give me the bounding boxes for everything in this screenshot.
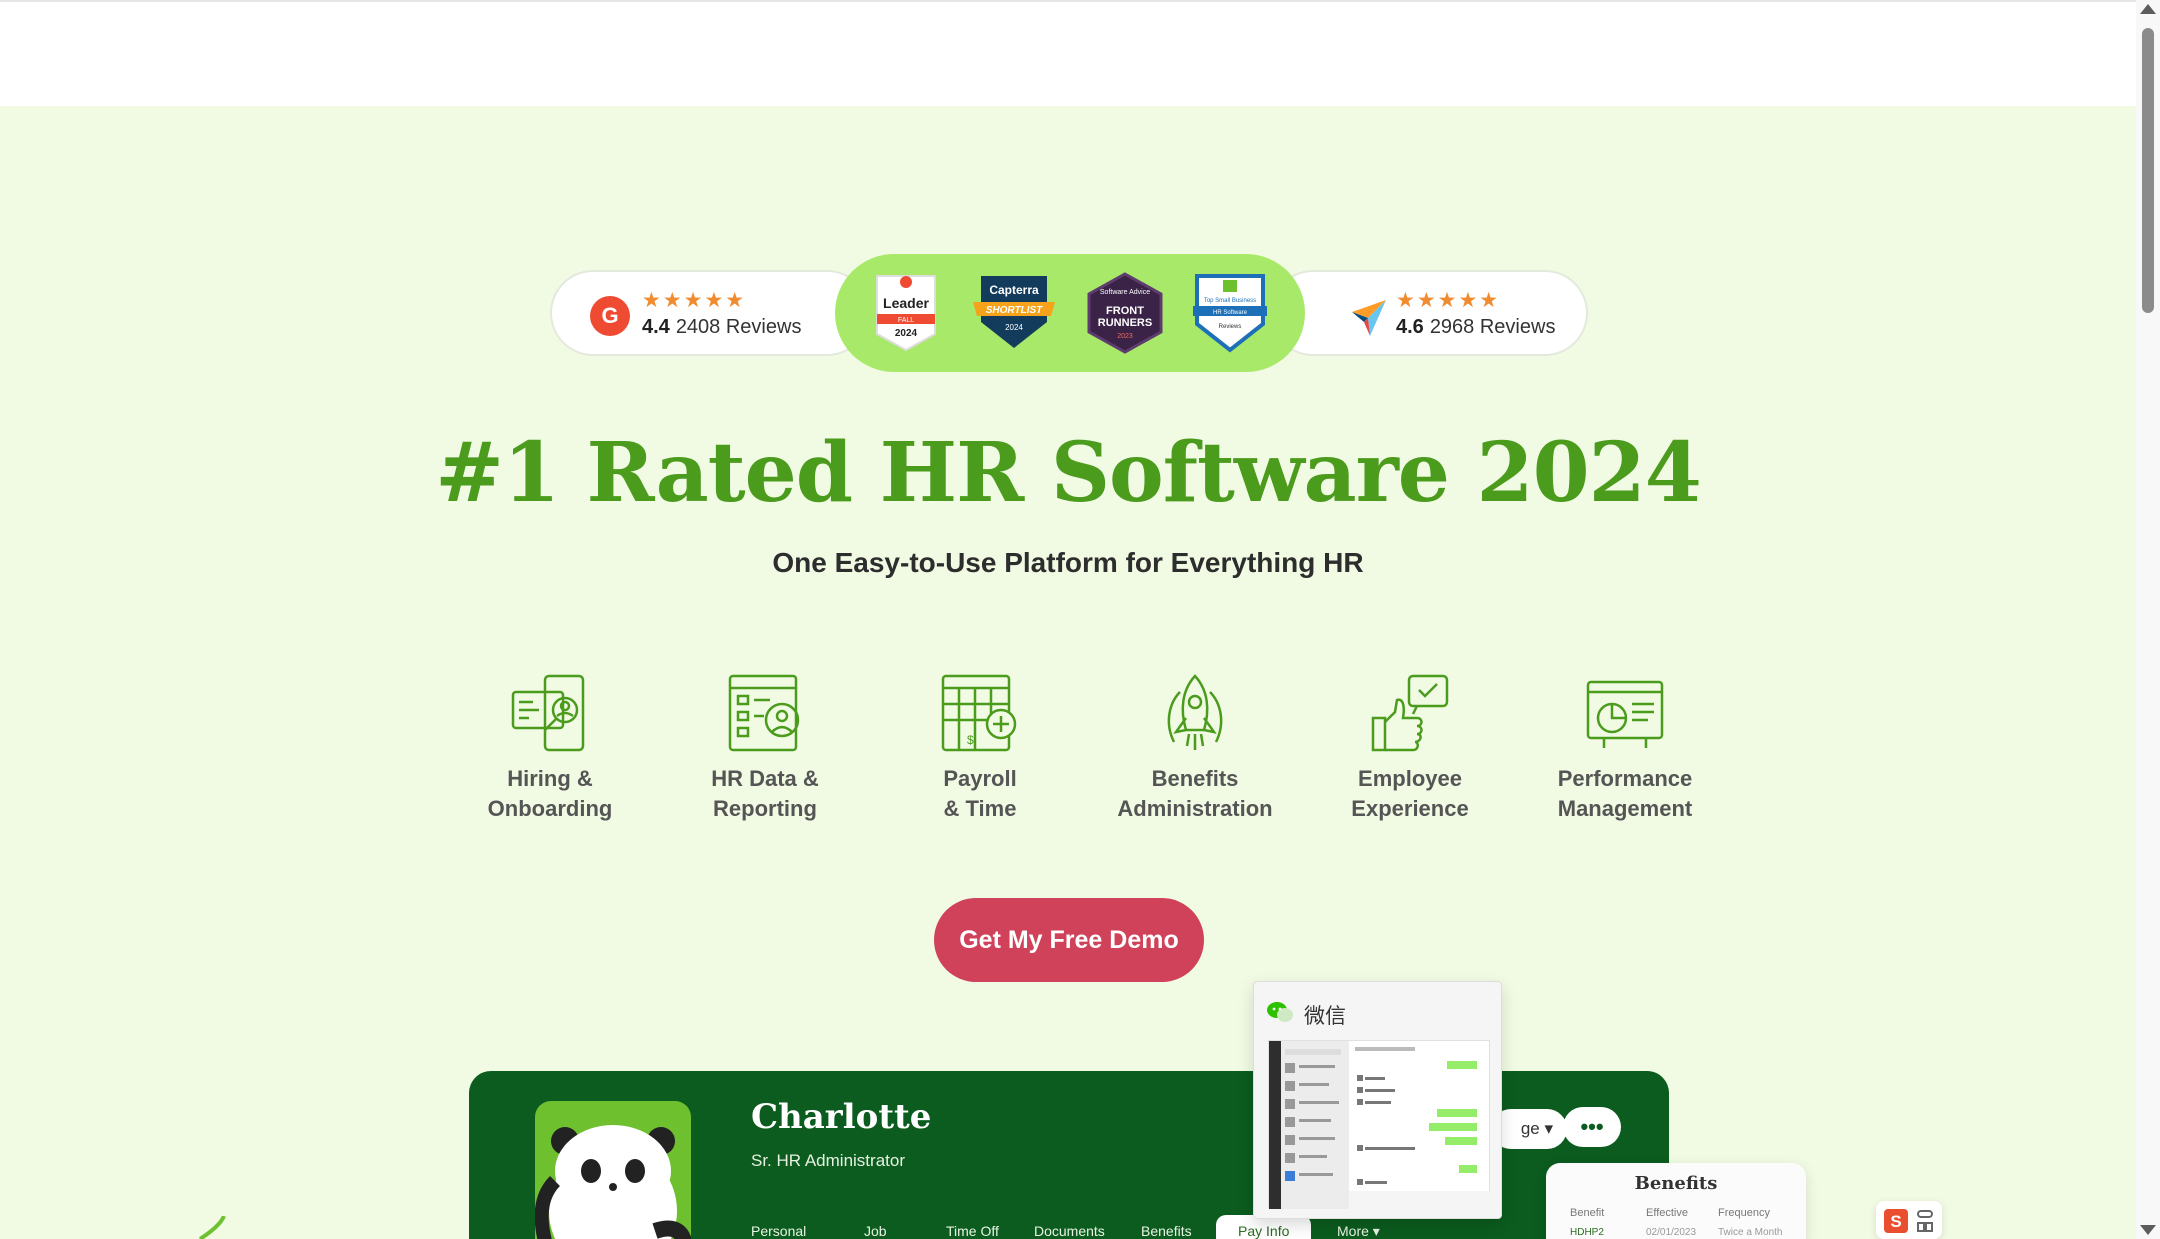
- avatar: [535, 1101, 691, 1239]
- g2-score: 4.4: [642, 316, 670, 338]
- feature-hiring-onboarding[interactable]: Hiring & Onboarding: [455, 672, 645, 824]
- column-header: Frequency: [1718, 1207, 1770, 1219]
- svg-text:SHORTLIST: SHORTLIST: [986, 305, 1043, 316]
- panda-mascot-icon: [535, 1125, 691, 1239]
- feature-list: Hiring & Onboarding HR Data & Reporting: [455, 672, 1692, 832]
- scroll-down-arrow-icon[interactable]: [2140, 1225, 2156, 1235]
- toolbar-icon: [1917, 1210, 1933, 1232]
- table-cell: 02/01/2023: [1646, 1227, 1697, 1238]
- capterra-rating-pill[interactable]: ★★★★★ 4.6 2968 Reviews: [1270, 270, 1588, 356]
- benefits-card-title: Benefits: [1634, 1173, 1718, 1194]
- hr-data-icon: [728, 674, 800, 752]
- capterra-score: 4.6: [1396, 316, 1424, 338]
- tab-documents[interactable]: Documents: [1034, 1223, 1105, 1239]
- wechat-chat-preview: [1268, 1040, 1491, 1209]
- wechat-icon: [1267, 1002, 1293, 1022]
- employee-name: Charlotte: [751, 1097, 932, 1137]
- g2-rating-pill[interactable]: G ★★★★★ 4.4 2408 Reviews: [550, 270, 870, 356]
- tab-benefits[interactable]: Benefits: [1141, 1223, 1192, 1239]
- payroll-icon: $: [941, 674, 1017, 752]
- thumbs-up-icon: [1371, 674, 1449, 752]
- svg-text:Leader: Leader: [883, 295, 929, 311]
- tab-more[interactable]: More ▾: [1337, 1223, 1380, 1239]
- g2-logo-icon: G: [590, 296, 630, 336]
- page-scrollbar[interactable]: [2136, 0, 2160, 1239]
- svg-text:Reviews: Reviews: [1219, 324, 1242, 330]
- benefits-card: Benefits Benefit Effective Frequency HDH…: [1546, 1163, 1806, 1239]
- g2-reviews: 4.4 2408 Reviews: [642, 316, 801, 339]
- svg-text:$: $: [967, 733, 974, 747]
- feature-label: Performance Management: [1557, 766, 1693, 821]
- employee-role: Sr. HR Administrator: [751, 1151, 905, 1170]
- performance-icon: [1586, 680, 1664, 748]
- feature-benefits-administration[interactable]: Benefits Administration: [1100, 672, 1290, 824]
- feature-employee-experience[interactable]: Employee Experience: [1315, 672, 1505, 824]
- star-rating-icon: ★★★★★: [642, 289, 747, 312]
- benefits-rocket-icon: [1167, 674, 1223, 750]
- feature-hr-data-reporting[interactable]: HR Data & Reporting: [670, 672, 860, 824]
- svg-text:FRONT: FRONT: [1106, 305, 1144, 317]
- feature-label: Payroll & Time: [943, 766, 1017, 821]
- leaf-decoration-icon: [198, 1216, 226, 1239]
- capterra-shortlist-badge: Capterra SHORTLIST 2024: [973, 276, 1055, 348]
- top-small-business-badge: Top Small Business HR Software Reviews: [1193, 274, 1267, 353]
- wechat-title: 微信: [1304, 1004, 1346, 1028]
- svg-text:HR Software: HR Software: [1213, 310, 1248, 316]
- svg-text:Capterra: Capterra: [989, 283, 1039, 297]
- feature-label: Benefits Administration: [1117, 766, 1273, 821]
- table-cell: HDHP2: [1570, 1227, 1604, 1238]
- capterra-review-count: 2968 Reviews: [1429, 316, 1556, 338]
- svg-text:2023: 2023: [1117, 333, 1133, 340]
- change-dropdown-button[interactable]: ge ▾: [1491, 1109, 1567, 1149]
- tab-time-off[interactable]: Time Off: [946, 1223, 999, 1239]
- chat-screenshot-thumbnail: [1269, 1041, 1491, 1209]
- tab-personal[interactable]: Personal: [751, 1223, 806, 1239]
- g2-review-count: 2408 Reviews: [675, 316, 802, 338]
- svg-text:2024: 2024: [895, 328, 918, 339]
- top-header: [0, 0, 2136, 106]
- star-rating-icon: ★★★★★: [1396, 289, 1501, 312]
- more-options-button[interactable]: •••: [1563, 1107, 1621, 1147]
- capterra-reviews: 4.6 2968 Reviews: [1396, 316, 1555, 339]
- svg-text:FALL: FALL: [898, 317, 914, 324]
- column-header: Effective: [1646, 1207, 1688, 1219]
- svg-text:RUNNERS: RUNNERS: [1098, 317, 1152, 329]
- feature-label: Hiring & Onboarding: [487, 766, 613, 821]
- award-badges: Leader FALL 2024 Capterra SHORTLIST 2024…: [835, 254, 1305, 372]
- svg-text:Software Advice: Software Advice: [1100, 289, 1150, 296]
- feature-label: HR Data & Reporting: [711, 766, 819, 821]
- column-header: Benefit: [1570, 1207, 1605, 1219]
- wechat-window[interactable]: 微信: [1253, 981, 1502, 1219]
- page-subtitle: One Easy-to-Use Platform for Everything …: [772, 547, 1364, 578]
- s-logo-icon: S: [1884, 1209, 1908, 1233]
- feature-label: Employee Experience: [1351, 766, 1469, 821]
- software-advice-badge: Software Advice FRONT RUNNERS 2023: [1087, 272, 1163, 354]
- hiring-icon: [511, 674, 585, 752]
- g2-leader-badge: Leader FALL 2024: [876, 275, 936, 352]
- floating-widget[interactable]: S: [1876, 1201, 1942, 1239]
- page-title: #1 Rated HR Software 2024: [435, 425, 1702, 521]
- svg-text:2024: 2024: [1005, 323, 1023, 332]
- scroll-up-arrow-icon[interactable]: [2140, 4, 2156, 14]
- feature-payroll-time[interactable]: $ Payroll & Time: [885, 672, 1075, 824]
- svg-text:Top Small Business: Top Small Business: [1204, 298, 1256, 304]
- get-free-demo-button[interactable]: Get My Free Demo: [934, 898, 1204, 982]
- feature-performance-management[interactable]: Performance Management: [1530, 672, 1720, 824]
- capterra-logo-icon: [1352, 300, 1386, 336]
- table-cell: Twice a Month: [1718, 1227, 1783, 1238]
- scrollbar-thumb[interactable]: [2142, 28, 2154, 313]
- tab-job[interactable]: Job: [864, 1223, 887, 1239]
- svg-text:S: S: [1890, 1212, 1901, 1231]
